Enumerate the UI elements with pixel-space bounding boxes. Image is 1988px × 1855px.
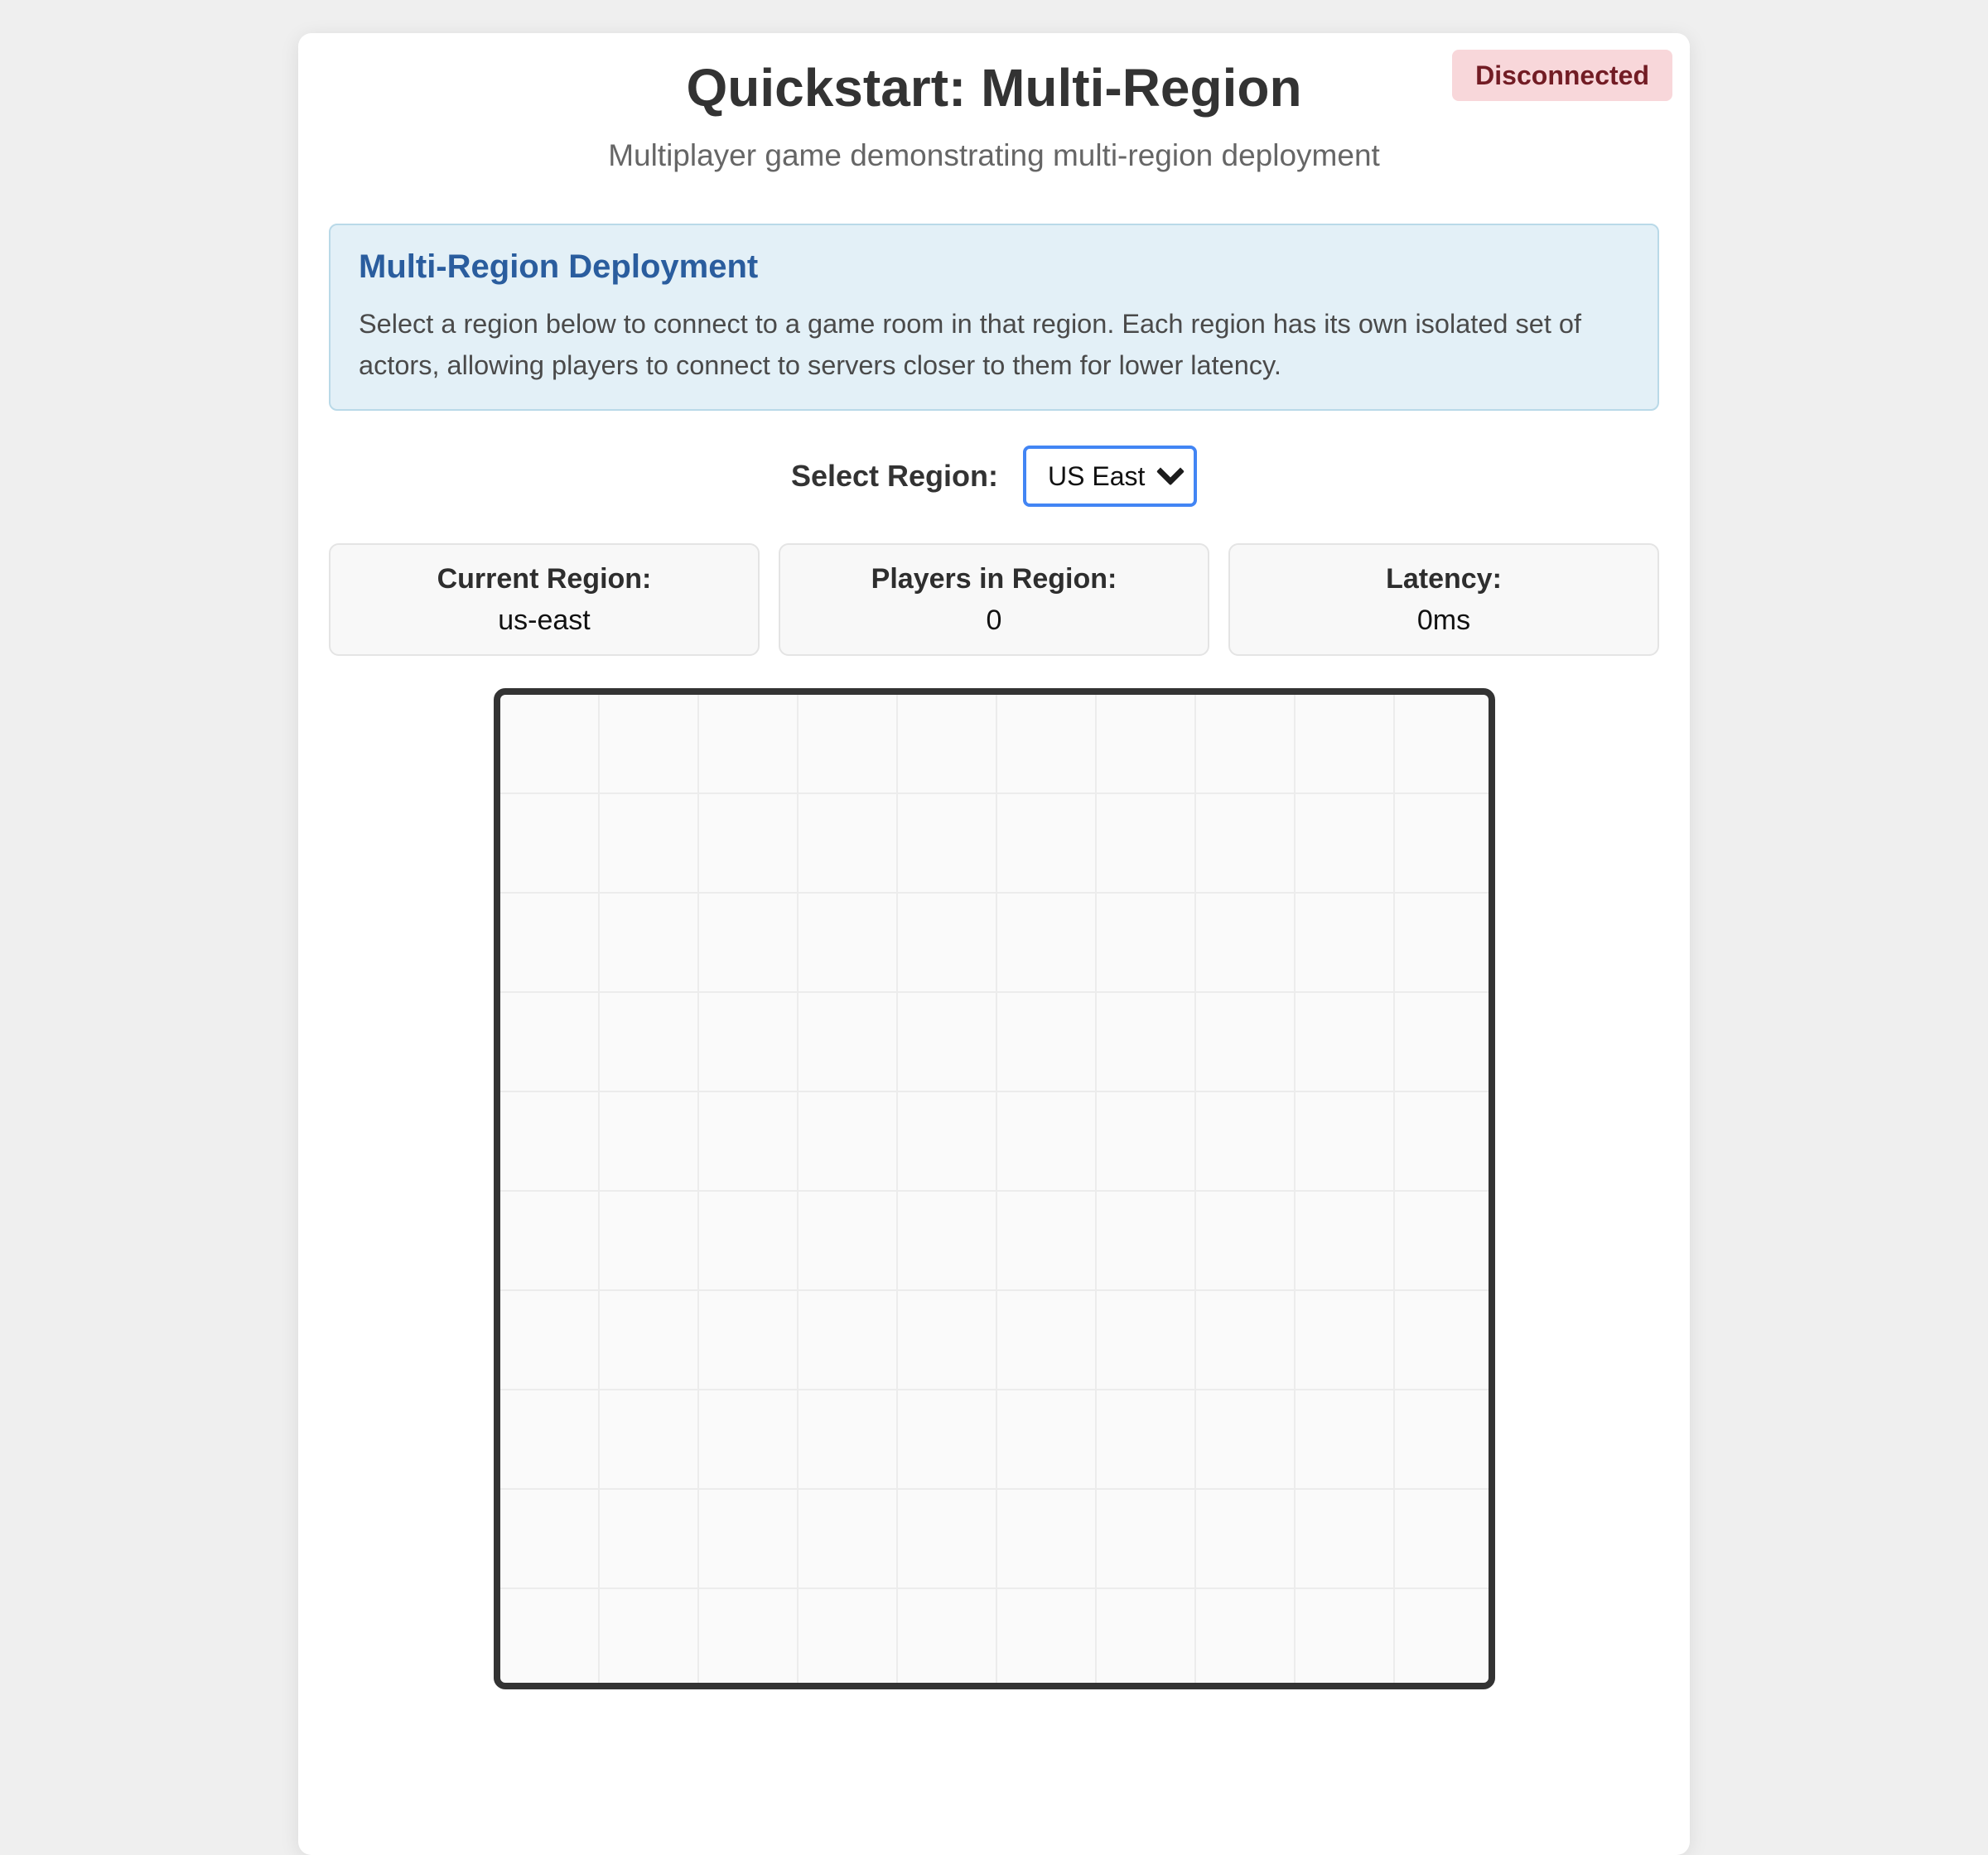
stat-label: Current Region: bbox=[344, 561, 745, 596]
chevron-down-icon bbox=[1156, 457, 1185, 485]
status-badge: Disconnected bbox=[1452, 50, 1672, 101]
page-background: { "header": { "title": "Quickstart: Mult… bbox=[0, 0, 1988, 1118]
stat-label: Latency: bbox=[1243, 561, 1644, 596]
stat-card-latency: Latency: 0ms bbox=[1228, 543, 1659, 656]
stat-value: us-east bbox=[344, 603, 745, 638]
stats-row: Current Region: us-east Players in Regio… bbox=[329, 543, 1659, 656]
stat-value: 0ms bbox=[1243, 603, 1644, 638]
stat-card-current-region: Current Region: us-east bbox=[329, 543, 760, 656]
stat-value: 0 bbox=[794, 603, 1194, 638]
region-select-row: Select Region: US East bbox=[329, 446, 1659, 507]
stat-label: Players in Region: bbox=[794, 561, 1194, 596]
app-card: Disconnected Quickstart: Multi-Region Mu… bbox=[298, 33, 1690, 1855]
stat-card-players: Players in Region: 0 bbox=[779, 543, 1209, 656]
info-panel-title: Multi-Region Deployment bbox=[359, 247, 1629, 287]
info-panel: Multi-Region Deployment Select a region … bbox=[329, 224, 1659, 411]
info-panel-body: Select a region below to connect to a ga… bbox=[359, 303, 1629, 386]
region-select-label: Select Region: bbox=[791, 459, 998, 494]
page-subtitle: Multiplayer game demonstrating multi-reg… bbox=[329, 137, 1659, 174]
game-canvas[interactable] bbox=[494, 688, 1495, 1689]
region-select[interactable]: US East bbox=[1023, 446, 1197, 507]
region-select-value: US East bbox=[1048, 461, 1145, 492]
